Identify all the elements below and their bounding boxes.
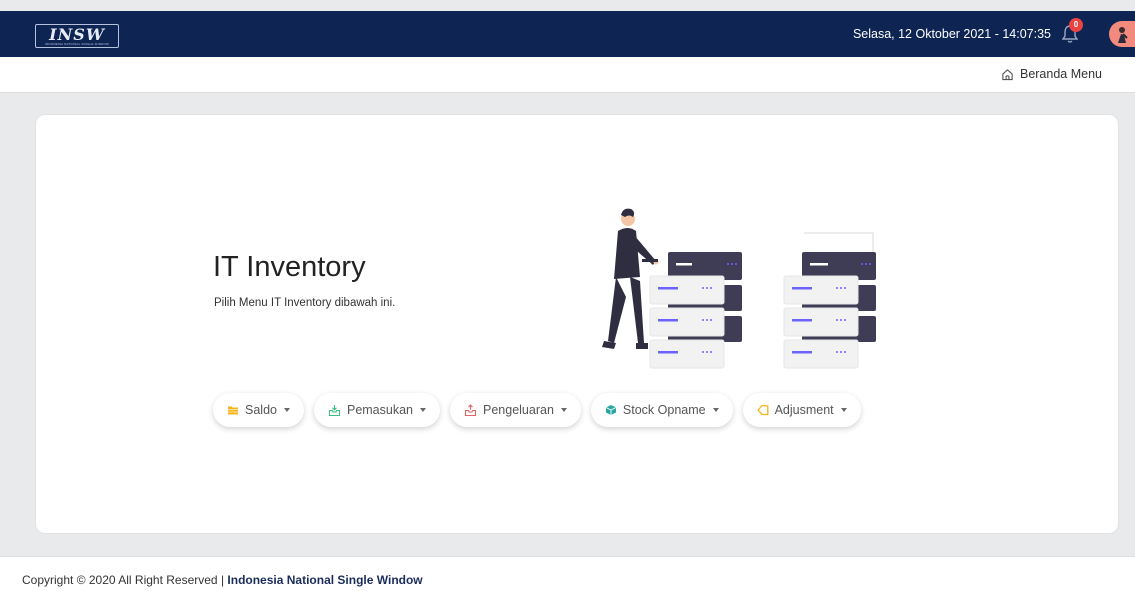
chevron-down-icon <box>420 408 426 412</box>
pengeluaran-label: Pengeluaran <box>483 403 554 417</box>
saldo-dropdown-button[interactable]: Saldo <box>213 393 304 427</box>
stock-opname-label: Stock Opname <box>622 403 706 417</box>
saldo-label: Saldo <box>245 403 277 417</box>
user-avatar[interactable] <box>1109 21 1135 47</box>
datetime-display: Selasa, 12 Oktober 2021 - 14:07:35 <box>852 27 1051 41</box>
page-subtitle: Pilih Menu IT Inventory dibawah ini. <box>214 297 396 309</box>
logo-text: INSW <box>49 24 105 44</box>
adjusment-label: Adjusment <box>774 403 834 417</box>
notification-bell[interactable]: 0 <box>1059 18 1083 45</box>
chevron-down-icon <box>560 408 567 412</box>
adjusment-dropdown-button[interactable]: Adjusment <box>742 393 861 427</box>
chevron-down-icon <box>840 408 847 412</box>
avatar-icon <box>1118 27 1128 43</box>
pemasukan-dropdown-button[interactable]: Pemasukan <box>313 393 440 427</box>
menu-button-row: Saldo Pemasukan Pengeluaran Stock Opname… <box>213 393 861 427</box>
home-menu-label: Beranda Menu <box>1019 67 1102 81</box>
page-title: IT Inventory <box>213 251 366 283</box>
top-navbar: INSW INDONESIA NATIONAL SINGLE WINDOW Se… <box>0 11 1135 57</box>
copyright-label: Copyright © 2020 All Right Reserved | <box>22 573 228 587</box>
server-illustration <box>602 208 876 369</box>
home-icon <box>1002 68 1013 80</box>
organization-name: Indonesia National Single Window <box>227 573 423 587</box>
notification-badge: 0 <box>1069 18 1083 32</box>
pemasukan-label: Pemasukan <box>346 403 413 417</box>
copyright-text: Copyright © 2020 All Right Reserved | In… <box>22 573 423 587</box>
inbox-in-icon <box>328 404 341 416</box>
cube-icon <box>605 405 617 415</box>
stock-opname-dropdown-button[interactable]: Stock Opname <box>590 393 733 427</box>
page-footer: Copyright © 2020 All Right Reserved | In… <box>0 556 1135 591</box>
pengeluaran-dropdown-button[interactable]: Pengeluaran <box>450 393 581 427</box>
folder-icon <box>228 406 238 415</box>
chevron-down-icon <box>283 408 290 412</box>
home-menu-link[interactable]: Beranda Menu <box>1001 67 1102 81</box>
tag-icon <box>756 404 769 416</box>
logo-subtext: INDONESIA NATIONAL SINGLE WINDOW <box>44 42 110 46</box>
main-card: IT Inventory Pilih Menu IT Inventory dib… <box>35 114 1119 534</box>
inbox-out-icon <box>464 403 477 416</box>
insw-logo[interactable]: INSW INDONESIA NATIONAL SINGLE WINDOW <box>35 24 119 48</box>
sub-header: Beranda Menu <box>0 57 1135 93</box>
chevron-down-icon <box>712 408 719 412</box>
